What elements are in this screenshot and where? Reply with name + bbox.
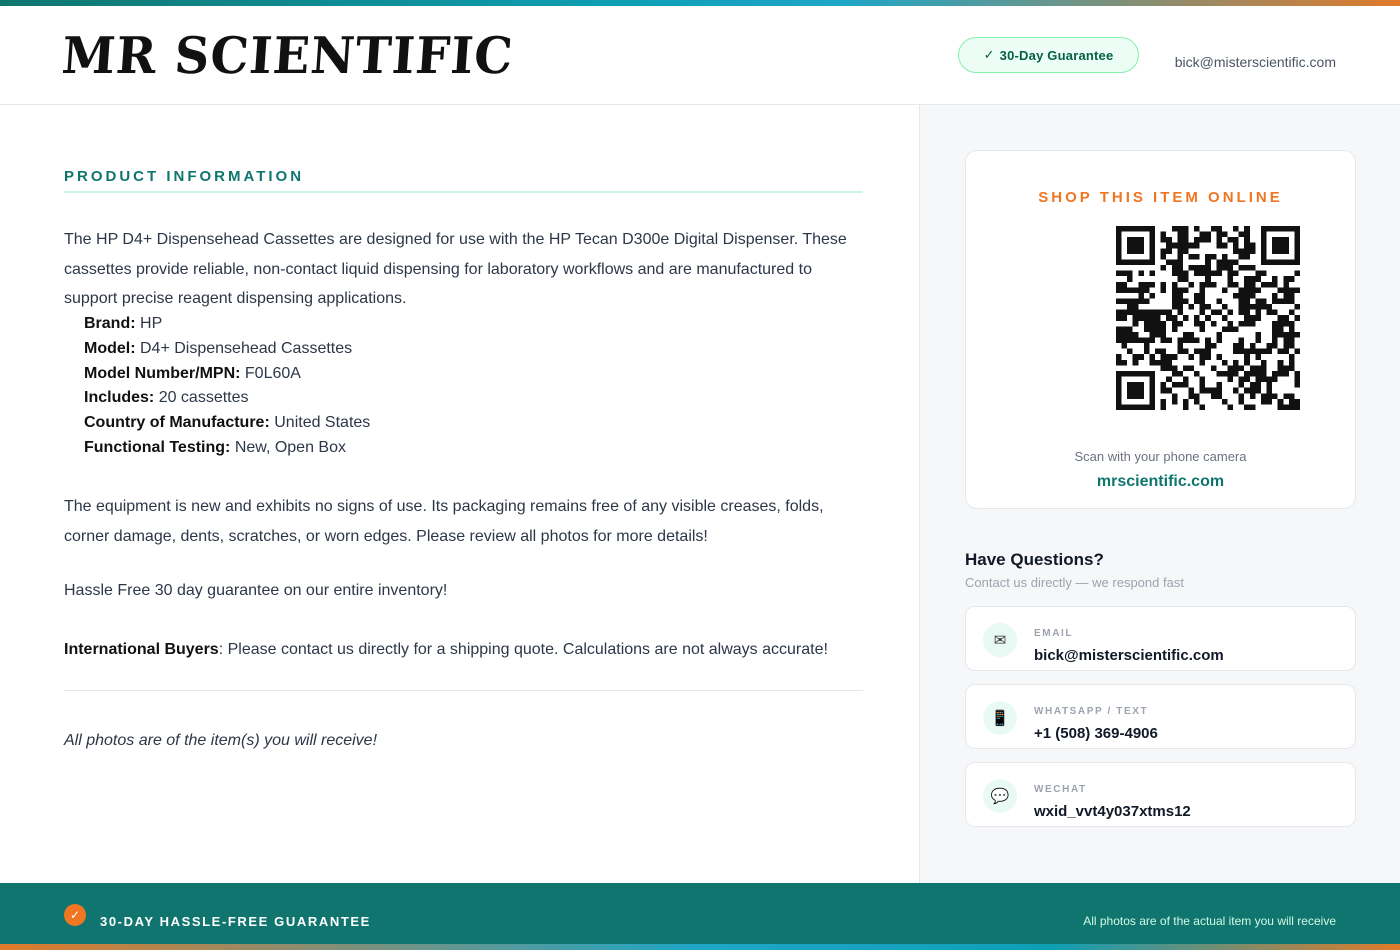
questions-title: Have Questions? (965, 550, 1104, 569)
spec-item: Model: D4+ Dispensehead Cassettes (84, 337, 370, 362)
spec-list: Brand: HP Model: D4+ Dispensehead Casset… (84, 312, 370, 461)
contact-card-email[interactable]: ✉ EMAIL bick@misterscientific.com (965, 606, 1356, 671)
content-divider (64, 690, 863, 691)
phone-icon: 📱 (983, 701, 1017, 735)
spec-value: HP (140, 315, 163, 332)
section-divider (64, 191, 863, 193)
sidebar: SHOP THIS ITEM ONLINE Scan with your pho… (919, 105, 1400, 883)
guarantee-badge-label: 30-Day Guarantee (999, 47, 1114, 63)
contact-label: EMAIL (1034, 628, 1074, 639)
spec-label: Country of Manufacture: (84, 414, 270, 432)
contact-value[interactable]: +1 (508) 369-4906 (1034, 725, 1158, 742)
checkmark-icon: ✓ (983, 47, 995, 62)
qr-card-title: SHOP THIS ITEM ONLINE (1038, 189, 1283, 206)
questions-subtitle: Contact us directly — we respond fast (965, 575, 1184, 590)
contact-label: WHATSAPP / TEXT (1034, 706, 1149, 717)
check-badge-icon: ✓ (64, 904, 86, 926)
spec-label: Functional Testing: (84, 438, 231, 456)
envelope-icon: ✉ (983, 623, 1017, 657)
chat-icon: 💬 (983, 779, 1017, 813)
guarantee-badge: ✓ 30-Day Guarantee (958, 37, 1139, 73)
spec-item: Model Number/MPN: F0L60A (84, 362, 370, 387)
page-header: MR SCIENTIFIC ✓ 30-Day Guarantee bick@mi… (0, 6, 1400, 105)
intl-label: International Buyers (64, 641, 219, 658)
spec-value: F0L60A (244, 364, 301, 382)
shop-site-link[interactable]: mrscientific.com (966, 473, 1355, 491)
spec-value: D4+ Dispensehead Cassettes (140, 339, 353, 357)
qr-code-icon[interactable] (1116, 226, 1300, 410)
product-description: The HP D4+ Dispensehead Cassettes are de… (64, 231, 847, 307)
spec-item: Includes: 20 cassettes (84, 386, 370, 411)
spec-value: United States (274, 414, 371, 432)
international-buyers-note: International Buyers: Please contact us … (64, 641, 828, 659)
contact-card-wechat[interactable]: 💬 WECHAT wxid_vvt4y037xtms12 (965, 762, 1356, 827)
spec-label: Includes: (84, 389, 155, 407)
spec-value: 20 cassettes (158, 389, 249, 407)
qr-card: SHOP THIS ITEM ONLINE Scan with your pho… (965, 150, 1356, 509)
bottom-accent-stripe (0, 944, 1400, 950)
footer-note: All photos are of the actual item you wi… (1083, 914, 1336, 928)
brand-logo[interactable]: MR SCIENTIFIC (60, 27, 516, 86)
condition-text: The equipment is new and exhibits no sig… (64, 498, 824, 545)
spec-label: Brand: (84, 315, 136, 332)
contact-value[interactable]: wxid_vvt4y037xtms12 (1034, 803, 1191, 820)
page-footer: ✓ 30-DAY HASSLE-FREE GUARANTEE All photo… (0, 883, 1400, 950)
qr-hint: Scan with your phone camera (1074, 449, 1247, 464)
contact-value[interactable]: bick@misterscientific.com (1034, 647, 1224, 664)
spec-item: Brand: HP (84, 312, 370, 337)
spec-item: Country of Manufacture: United States (84, 411, 370, 436)
footer-guarantee: 30-DAY HASSLE-FREE GUARANTEE (100, 914, 371, 929)
contact-card-whatsapp[interactable]: 📱 WHATSAPP / TEXT +1 (508) 369-4906 (965, 684, 1356, 749)
spec-value: New, Open Box (234, 438, 346, 456)
spec-item: Functional Testing: New, Open Box (84, 436, 370, 461)
header-email-link[interactable]: bick@misterscientific.com (1175, 54, 1336, 70)
guarantee-text: Hassle Free 30 day guarantee on our enti… (64, 582, 448, 599)
intl-text: : Please contact us directly for a shipp… (218, 641, 828, 658)
spec-label: Model: (84, 339, 136, 357)
spec-label: Model Number/MPN: (84, 364, 241, 382)
photos-note: All photos are of the item(s) you will r… (64, 732, 378, 749)
contact-label: WECHAT (1034, 784, 1087, 795)
product-info-panel: PRODUCT INFORMATION The HP D4+ Dispenseh… (0, 105, 919, 883)
section-title: PRODUCT INFORMATION (64, 168, 305, 185)
